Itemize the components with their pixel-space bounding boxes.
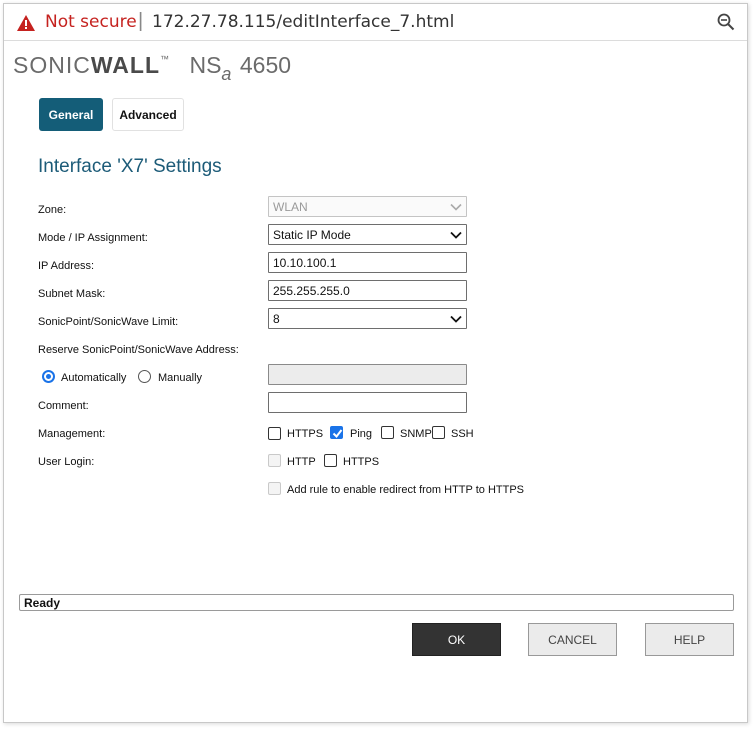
brand-trademark: ™ (160, 54, 169, 64)
zoom-out-icon[interactable] (717, 13, 735, 31)
chevron-down-icon (450, 315, 462, 323)
checkmark-icon (332, 429, 343, 439)
chevron-down-icon (450, 203, 462, 211)
user-login-http-label[interactable]: HTTP (287, 456, 316, 468)
brand-wall: WALL (90, 52, 160, 78)
address-separator: | (138, 10, 144, 32)
not-secure-label[interactable]: Not secure (45, 12, 137, 32)
mode-label: Mode / IP Assignment: (38, 232, 148, 244)
brand-model-sub: a (221, 64, 232, 84)
user-login-https-checkbox[interactable] (324, 454, 337, 467)
limit-select[interactable]: 8 (268, 308, 467, 329)
zone-select[interactable]: WLAN (268, 196, 467, 217)
help-button[interactable]: HELP (645, 623, 734, 656)
reserve-manual-radio[interactable] (138, 370, 151, 383)
ip-address-input[interactable]: 10.10.100.1 (268, 252, 467, 273)
redirect-label[interactable]: Add rule to enable redirect from HTTP to… (287, 484, 524, 496)
mode-select[interactable]: Static IP Mode (268, 224, 467, 245)
zone-value: WLAN (273, 199, 308, 214)
management-ping-checkbox[interactable] (330, 426, 343, 439)
address-bar[interactable]: Not secure | 172.27.78.115/editInterface… (4, 4, 747, 41)
section-title: Interface 'X7' Settings (38, 156, 222, 177)
management-ssh-checkbox[interactable] (432, 426, 445, 439)
brand-model: NS (189, 52, 222, 78)
brand-model-number: 4650 (239, 52, 292, 78)
ip-address-label: IP Address: (38, 260, 95, 272)
redirect-checkbox[interactable] (268, 482, 281, 495)
management-snmp-checkbox[interactable] (381, 426, 394, 439)
reserve-address-input[interactable] (268, 364, 467, 385)
management-https-checkbox[interactable] (268, 427, 281, 440)
reserve-manual-label[interactable]: Manually (158, 372, 202, 384)
management-ssh-label[interactable]: SSH (451, 428, 474, 440)
status-text: Ready (24, 595, 61, 610)
brand-logo: SONICWALL™ NSa 4650 (13, 52, 292, 84)
user-login-http-checkbox[interactable] (268, 454, 281, 467)
url-text[interactable]: 172.27.78.115/editInterface_7.html (152, 12, 454, 32)
warning-triangle-icon (17, 15, 35, 31)
cancel-button[interactable]: CANCEL (528, 623, 617, 656)
ip-address-value: 10.10.100.1 (273, 255, 337, 270)
limit-value: 8 (273, 311, 280, 326)
zone-label: Zone: (38, 204, 67, 216)
status-bar: Ready (19, 594, 734, 611)
management-ping-label[interactable]: Ping (350, 428, 372, 440)
tab-advanced[interactable]: Advanced (112, 98, 184, 131)
subnet-mask-value: 255.255.255.0 (273, 283, 350, 298)
subnet-mask-input[interactable]: 255.255.255.0 (268, 280, 467, 301)
mode-value: Static IP Mode (273, 227, 351, 242)
dialog-window: Not secure | 172.27.78.115/editInterface… (3, 3, 748, 723)
management-snmp-label[interactable]: SNMP (400, 428, 432, 440)
reserve-auto-label[interactable]: Automatically (61, 372, 126, 384)
ok-button[interactable]: OK (412, 623, 501, 656)
limit-label: SonicPoint/SonicWave Limit: (38, 316, 179, 328)
chevron-down-icon (450, 231, 462, 239)
comment-label: Comment: (38, 400, 89, 412)
reserve-auto-radio[interactable] (42, 370, 55, 383)
subnet-mask-label: Subnet Mask: (38, 288, 106, 300)
reserve-label: Reserve SonicPoint/SonicWave Address: (38, 344, 239, 356)
comment-input[interactable] (268, 392, 467, 413)
brand-sonic: SONIC (13, 52, 91, 78)
user-login-label: User Login: (38, 456, 95, 468)
management-label: Management: (38, 428, 106, 440)
user-login-https-label[interactable]: HTTPS (343, 456, 379, 468)
management-https-label[interactable]: HTTPS (287, 428, 323, 440)
tab-general[interactable]: General (39, 98, 103, 131)
